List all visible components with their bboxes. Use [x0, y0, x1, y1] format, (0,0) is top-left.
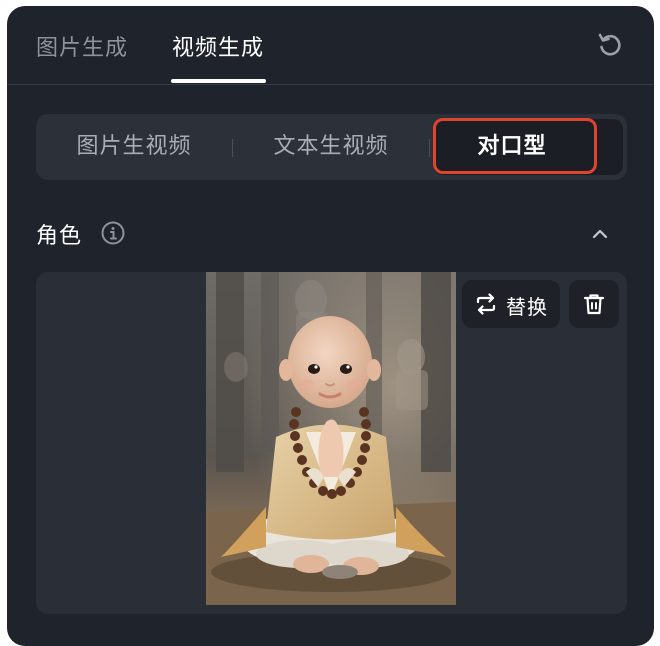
segment-image-to-video[interactable]: 图片生视频 [36, 114, 232, 180]
segment-divider [429, 139, 430, 157]
reset-icon[interactable] [595, 30, 625, 60]
tab-video-generation[interactable]: 视频生成 [172, 30, 264, 62]
delete-button[interactable] [569, 280, 619, 328]
tab-image-generation[interactable]: 图片生成 [36, 30, 128, 62]
segment-text-to-video[interactable]: 文本生视频 [233, 114, 429, 180]
trash-icon [583, 293, 605, 315]
active-tab-indicator [171, 79, 266, 83]
video-generation-panel: 图片生成 视频生成 图片生视频 文本生视频 对口型 角色 替换 [7, 6, 654, 646]
role-image-area: 替换 [36, 272, 627, 614]
replace-button-label: 替换 [506, 295, 548, 319]
segment-lip-sync[interactable]: 对口型 [433, 114, 591, 180]
mode-segmented-control: 图片生视频 文本生视频 对口型 [36, 114, 627, 180]
top-tab-bar: 图片生成 视频生成 [7, 6, 654, 85]
info-icon[interactable] [100, 220, 126, 246]
chevron-up-icon[interactable] [588, 222, 612, 246]
role-image [206, 272, 456, 605]
role-section-header: 角色 [36, 214, 627, 254]
swap-icon [475, 293, 497, 315]
replace-button[interactable]: 替换 [462, 280, 560, 328]
role-title: 角色 [36, 224, 83, 249]
